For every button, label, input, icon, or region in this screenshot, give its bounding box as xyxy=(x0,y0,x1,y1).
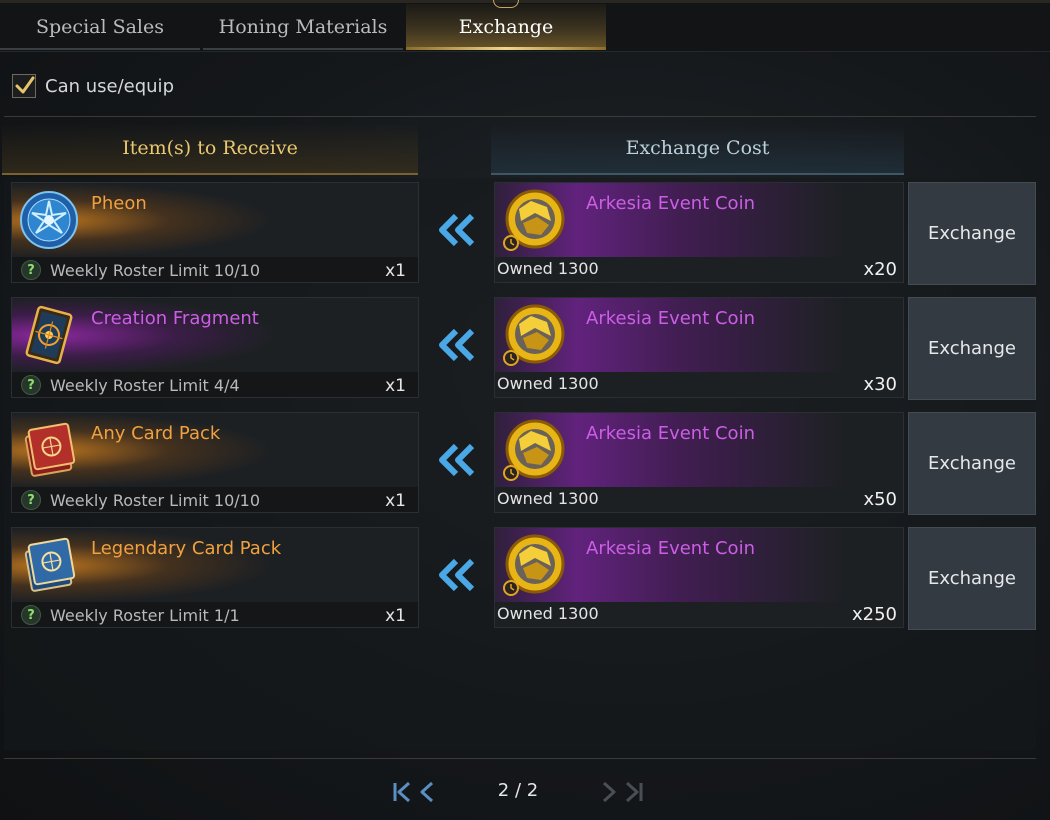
next-page-icon xyxy=(602,781,616,803)
cost-item-card[interactable]: Arkesia Event Coin Owned 1300 x250 xyxy=(494,527,904,628)
item-name: Creation Fragment xyxy=(91,308,259,329)
item-name: Pheon xyxy=(91,193,147,214)
first-page-icon xyxy=(393,781,411,803)
cost-item-name: Arkesia Event Coin xyxy=(586,193,755,214)
double-chevron-left-icon xyxy=(439,558,475,592)
tab-underline xyxy=(203,48,403,50)
limit-bar: ? Weekly Roster Limit 10/10 xyxy=(12,257,418,282)
receive-item-card[interactable]: Creation Fragment ? Weekly Roster Limit … xyxy=(11,297,419,398)
exchange-row: Legendary Card Pack ? Weekly Roster Limi… xyxy=(4,523,1036,635)
event-coin-icon xyxy=(503,189,565,251)
divider xyxy=(4,758,1036,759)
double-chevron-left-icon xyxy=(439,213,475,247)
limit-bar: ? Weekly Roster Limit 4/4 xyxy=(12,372,418,397)
cost-quantity: x50 xyxy=(863,489,897,510)
prev-page-icon xyxy=(420,781,434,803)
next-page-button[interactable] xyxy=(600,778,618,806)
receive-item-card[interactable]: Legendary Card Pack ? Weekly Roster Limi… xyxy=(11,527,419,628)
double-chevron-left-icon xyxy=(439,328,475,362)
cost-item-name: Arkesia Event Coin xyxy=(586,308,755,329)
receive-quantity: x1 xyxy=(385,491,406,511)
receive-quantity: x1 xyxy=(385,261,406,281)
card-pack-red-icon xyxy=(24,422,76,477)
cost-quantity: x30 xyxy=(863,374,897,395)
weekly-limit: Weekly Roster Limit 10/10 xyxy=(50,490,260,510)
tab-label: Special Sales xyxy=(36,16,164,38)
tab-label: Honing Materials xyxy=(218,16,388,38)
card-pack-blue-icon xyxy=(24,537,76,592)
cost-item-card[interactable]: Arkesia Event Coin Owned 1300 x20 xyxy=(494,182,904,283)
exchange-row: Creation Fragment ? Weekly Roster Limit … xyxy=(4,293,1036,405)
receive-quantity: x1 xyxy=(385,376,406,396)
tab-underline xyxy=(406,47,606,50)
creation-fragment-icon xyxy=(25,305,73,365)
event-coin-icon xyxy=(503,419,565,481)
exchange-button[interactable]: Exchange xyxy=(908,182,1036,285)
first-page-button[interactable] xyxy=(392,778,412,806)
question-icon[interactable]: ? xyxy=(21,375,41,395)
page-indicator: 2 / 2 xyxy=(497,780,539,801)
item-name: Any Card Pack xyxy=(91,423,221,444)
event-coin-icon xyxy=(503,534,565,596)
pheon-icon xyxy=(20,191,78,249)
exchange-row: Any Card Pack ? Weekly Roster Limit 10/1… xyxy=(4,408,1036,520)
checkmark-icon xyxy=(15,76,35,94)
exchange-button[interactable]: Exchange xyxy=(908,527,1036,630)
weekly-limit: Weekly Roster Limit 4/4 xyxy=(50,375,240,395)
item-name: Legendary Card Pack xyxy=(91,538,282,559)
cost-quantity: x250 xyxy=(851,604,897,625)
tab-label: Exchange xyxy=(458,16,554,38)
cost-column-header: Exchange Cost xyxy=(491,123,904,175)
can-use-equip-filter[interactable]: Can use/equip xyxy=(12,72,174,100)
exchange-button[interactable]: Exchange xyxy=(908,297,1036,400)
receive-quantity: x1 xyxy=(385,606,406,626)
exchange-button[interactable]: Exchange xyxy=(908,412,1036,515)
owned-count: Owned 1300 xyxy=(497,489,599,508)
question-icon[interactable]: ? xyxy=(21,260,41,280)
double-chevron-left-icon xyxy=(439,443,475,477)
last-page-button[interactable] xyxy=(624,778,644,806)
receive-item-card[interactable]: Pheon ? Weekly Roster Limit 10/10 x1 xyxy=(11,182,419,283)
divider xyxy=(4,116,1036,117)
last-page-icon xyxy=(625,781,643,803)
cost-item-card[interactable]: Arkesia Event Coin Owned 1300 x50 xyxy=(494,412,904,513)
limit-bar: ? Weekly Roster Limit 10/10 xyxy=(12,487,418,512)
weekly-limit: Weekly Roster Limit 1/1 xyxy=(50,605,240,625)
cost-quantity: x20 xyxy=(863,259,897,280)
cost-item-card[interactable]: Arkesia Event Coin Owned 1300 x30 xyxy=(494,297,904,398)
receive-item-card[interactable]: Any Card Pack ? Weekly Roster Limit 10/1… xyxy=(11,412,419,513)
exchange-list: Pheon ? Weekly Roster Limit 10/10 x1 Ark… xyxy=(4,178,1036,750)
owned-count: Owned 1300 xyxy=(497,604,599,623)
cost-item-name: Arkesia Event Coin xyxy=(586,423,755,444)
tab-underline xyxy=(0,48,200,50)
tab-honing-materials[interactable]: Honing Materials xyxy=(203,4,403,50)
tab-special-sales[interactable]: Special Sales xyxy=(0,4,200,50)
tab-bar: Special Sales Honing Materials Exchange xyxy=(0,0,1050,52)
prev-page-button[interactable] xyxy=(418,778,436,806)
event-coin-icon xyxy=(503,304,565,366)
question-icon[interactable]: ? xyxy=(21,490,41,510)
owned-count: Owned 1300 xyxy=(497,259,599,278)
tab-exchange[interactable]: Exchange xyxy=(406,0,606,50)
can-use-equip-checkbox[interactable] xyxy=(12,74,36,98)
weekly-limit: Weekly Roster Limit 10/10 xyxy=(50,260,260,280)
cost-item-name: Arkesia Event Coin xyxy=(586,538,755,559)
question-icon[interactable]: ? xyxy=(21,605,41,625)
limit-bar: ? Weekly Roster Limit 1/1 xyxy=(12,602,418,627)
tab-crest-ornament xyxy=(493,0,519,8)
exchange-row: Pheon ? Weekly Roster Limit 10/10 x1 Ark… xyxy=(4,178,1036,290)
owned-count: Owned 1300 xyxy=(497,374,599,393)
filter-label: Can use/equip xyxy=(45,75,174,97)
receive-column-header: Item(s) to Receive xyxy=(2,123,418,175)
tab-bar-top-border xyxy=(0,0,1050,3)
